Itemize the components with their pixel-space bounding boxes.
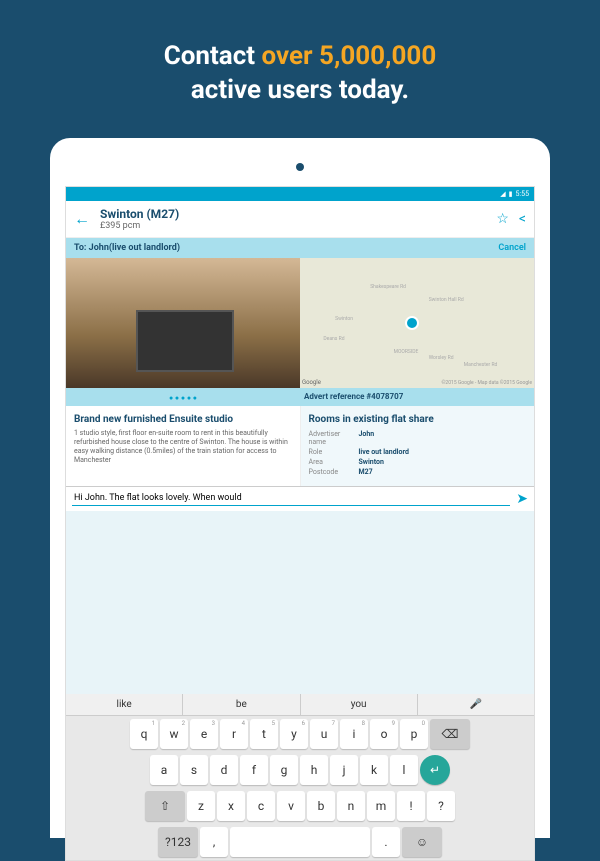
key-n[interactable]: n: [337, 791, 365, 821]
key-p[interactable]: p0: [400, 719, 428, 749]
map-logo: Google: [302, 379, 321, 386]
period-key[interactable]: .: [372, 827, 400, 857]
comma-key[interactable]: ,: [200, 827, 228, 857]
content-row: Brand new furnished Ensuite studio 1 stu…: [66, 406, 534, 486]
page-title: Swinton (M27) £395 pcm: [100, 207, 496, 231]
recipient-label: To: John(live out landlord): [74, 243, 180, 253]
advert-reference: Advert reference #4078707: [296, 392, 530, 401]
key-x[interactable]: x: [217, 791, 245, 821]
carousel-ref-row: ● ● ● ● ● Advert reference #4078707: [66, 388, 534, 406]
tablet-frame: ◢ ▮ 5:55 ← Swinton (M27) £395 pcm ☆ < To…: [50, 138, 550, 838]
listing-details: Rooms in existing flat share Advertiser …: [301, 406, 535, 486]
map-pin-icon: [405, 316, 419, 330]
app-header: ← Swinton (M27) £395 pcm ☆ <: [66, 201, 534, 238]
key-a[interactable]: a: [150, 755, 178, 785]
key-d[interactable]: d: [210, 755, 238, 785]
message-input[interactable]: [72, 491, 510, 506]
back-button[interactable]: ←: [74, 209, 90, 229]
recipient-bar: To: John(live out landlord) Cancel: [66, 238, 534, 258]
message-input-bar: ➤: [66, 486, 534, 511]
key-![interactable]: !: [397, 791, 425, 821]
camera-dot: [296, 163, 304, 171]
listing-title: Brand new furnished Ensuite studio: [74, 414, 292, 425]
listing-photo[interactable]: [66, 258, 300, 388]
key-u[interactable]: u7: [310, 719, 338, 749]
enter-key[interactable]: ↵: [420, 755, 450, 785]
status-bar: ◢ ▮ 5:55: [66, 187, 534, 201]
key-q[interactable]: q1: [130, 719, 158, 749]
cancel-button[interactable]: Cancel: [498, 243, 526, 253]
space-key[interactable]: [230, 827, 370, 857]
listing-body: 1 studio style, first floor en-suite roo…: [74, 429, 292, 465]
keyboard: like be you 🎤 q1w2e3r4t5y6u7i8o9p0⌫ asdf…: [66, 694, 534, 860]
key-b[interactable]: b: [307, 791, 335, 821]
mic-icon[interactable]: 🎤: [418, 694, 534, 715]
key-s[interactable]: s: [180, 755, 208, 785]
key-l[interactable]: l: [390, 755, 418, 785]
shift-key[interactable]: ⇧: [145, 791, 185, 821]
app-screen: ◢ ▮ 5:55 ← Swinton (M27) £395 pcm ☆ < To…: [65, 186, 535, 861]
carousel-dots[interactable]: ● ● ● ● ●: [70, 392, 296, 402]
favorite-icon[interactable]: ☆: [496, 211, 509, 227]
suggestion[interactable]: be: [183, 694, 300, 715]
listing-description: Brand new furnished Ensuite studio 1 stu…: [66, 406, 301, 486]
key-e[interactable]: e3: [190, 719, 218, 749]
emoji-key[interactable]: ☺: [402, 827, 442, 857]
key-t[interactable]: t5: [250, 719, 278, 749]
rooms-heading: Rooms in existing flat share: [309, 414, 527, 425]
share-icon[interactable]: <: [519, 211, 526, 227]
map-view[interactable]: Shakespeare Rd Swinton Hall Rd Swinton D…: [300, 258, 534, 388]
key-w[interactable]: w2: [160, 719, 188, 749]
media-row: Shakespeare Rd Swinton Hall Rd Swinton D…: [66, 258, 534, 388]
key-f[interactable]: f: [240, 755, 268, 785]
hero-text: Contact over 5,000,000 active users toda…: [0, 0, 600, 138]
key-r[interactable]: r4: [220, 719, 248, 749]
key-y[interactable]: y6: [280, 719, 308, 749]
suggestion[interactable]: like: [66, 694, 183, 715]
key-h[interactable]: h: [300, 755, 328, 785]
key-i[interactable]: i8: [340, 719, 368, 749]
backspace-key[interactable]: ⌫: [430, 719, 470, 749]
clock: 5:55: [516, 190, 530, 198]
suggestion-row: like be you 🎤: [66, 694, 534, 716]
suggestion[interactable]: you: [301, 694, 418, 715]
battery-icon: ▮: [509, 190, 513, 198]
send-button[interactable]: ➤: [516, 491, 528, 507]
key-o[interactable]: o9: [370, 719, 398, 749]
key-v[interactable]: v: [277, 791, 305, 821]
key-?[interactable]: ?: [427, 791, 455, 821]
key-m[interactable]: m: [367, 791, 395, 821]
wifi-icon: ◢: [500, 190, 505, 198]
key-g[interactable]: g: [270, 755, 298, 785]
symbols-key[interactable]: ?123: [158, 827, 198, 857]
map-attribution: ©2015 Google - Map data ©2015 Google: [441, 380, 532, 386]
key-c[interactable]: c: [247, 791, 275, 821]
key-z[interactable]: z: [187, 791, 215, 821]
key-k[interactable]: k: [360, 755, 388, 785]
key-j[interactable]: j: [330, 755, 358, 785]
